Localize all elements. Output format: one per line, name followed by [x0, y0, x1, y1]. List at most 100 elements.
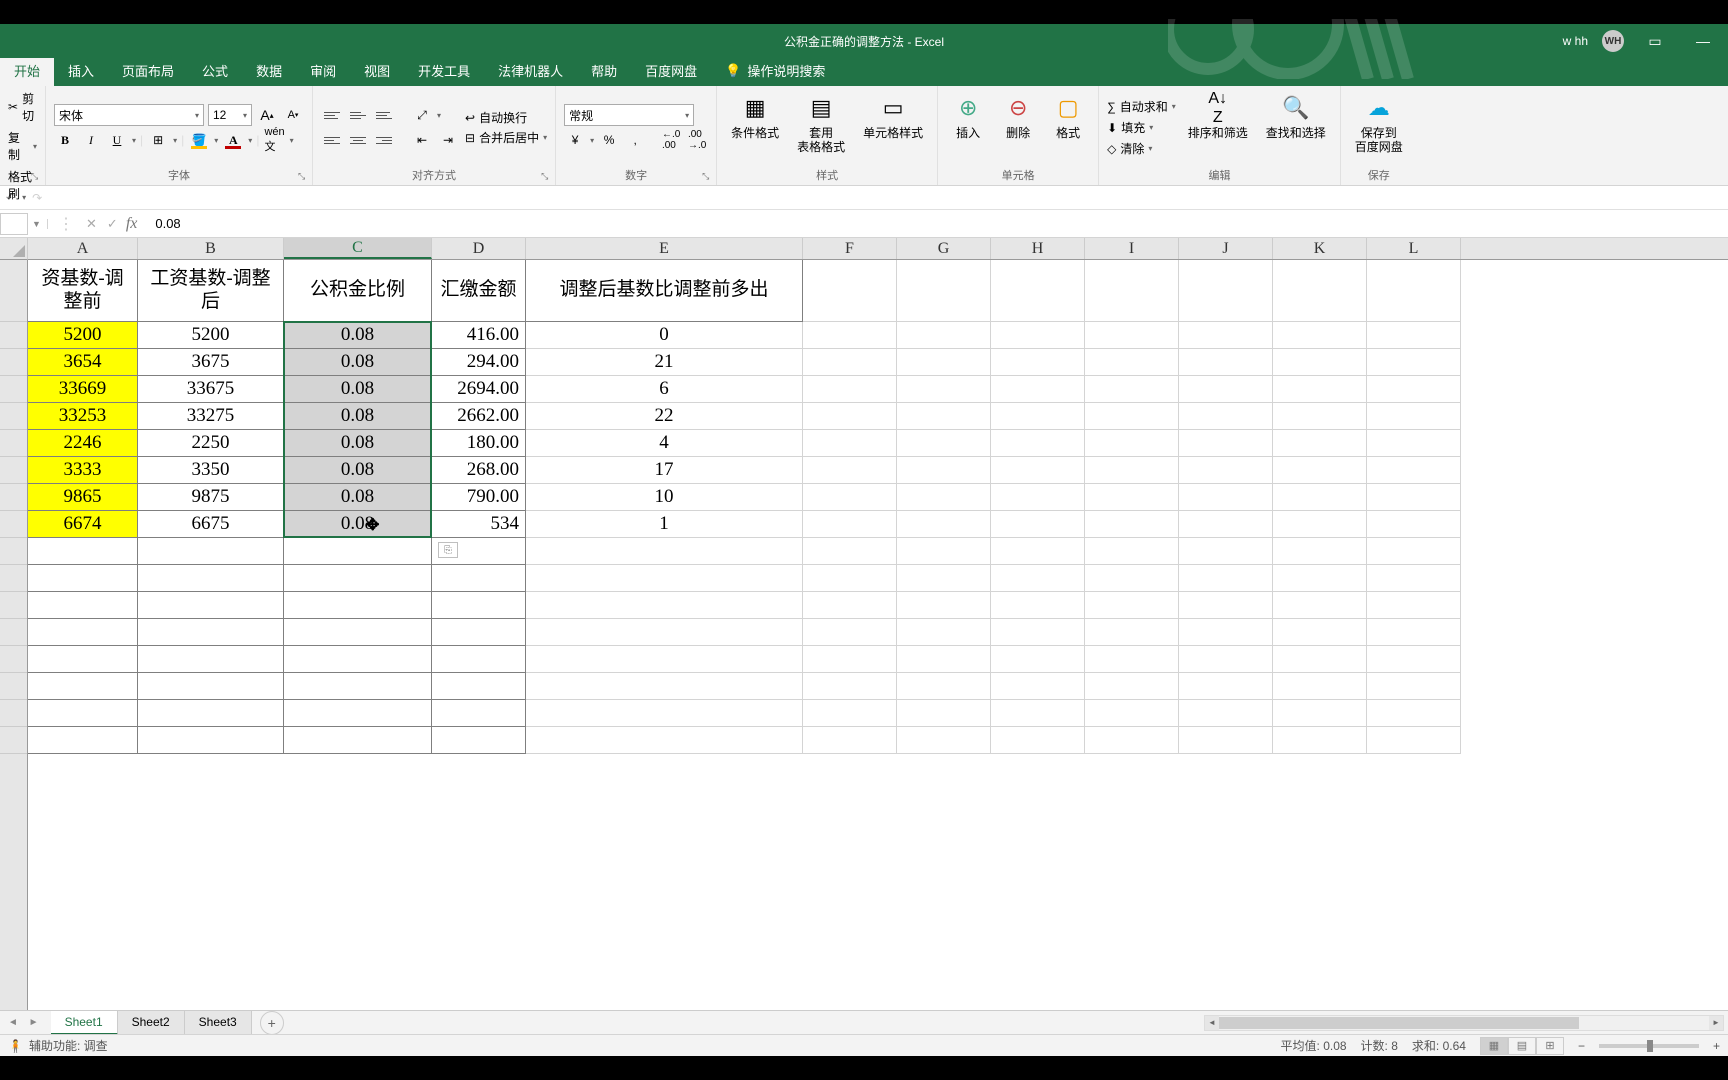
- tell-me-search[interactable]: 💡 操作说明搜索: [711, 55, 839, 86]
- find-select-button[interactable]: 🔍查找和选择: [1260, 90, 1332, 165]
- row-header[interactable]: [0, 646, 27, 673]
- conditional-format-button[interactable]: ▦条件格式: [725, 90, 785, 165]
- data-cell[interactable]: [1179, 646, 1273, 673]
- data-cell[interactable]: [991, 619, 1085, 646]
- data-cell[interactable]: [1085, 349, 1179, 376]
- data-cell[interactable]: 9865: [28, 484, 138, 511]
- redo-icon[interactable]: ↷: [32, 191, 42, 205]
- data-cell[interactable]: [138, 538, 284, 565]
- data-cell[interactable]: [1085, 430, 1179, 457]
- data-cell[interactable]: [28, 565, 138, 592]
- select-all-button[interactable]: [0, 238, 28, 260]
- normal-view-icon[interactable]: ▦: [1480, 1037, 1508, 1055]
- data-cell[interactable]: [432, 727, 526, 754]
- align-middle-icon[interactable]: [347, 104, 369, 126]
- tab-帮助[interactable]: 帮助: [577, 55, 631, 86]
- horizontal-scrollbar[interactable]: ◄ ►: [1204, 1015, 1724, 1031]
- data-cell[interactable]: [1273, 430, 1367, 457]
- data-cell[interactable]: [1085, 619, 1179, 646]
- data-cell[interactable]: [1273, 673, 1367, 700]
- sheet-tab[interactable]: Sheet1: [51, 1011, 118, 1035]
- data-cell[interactable]: 416.00: [432, 322, 526, 349]
- data-cell[interactable]: 0.08: [284, 457, 432, 484]
- decrease-decimal-icon[interactable]: .00→.0: [686, 129, 708, 151]
- data-cell[interactable]: [284, 565, 432, 592]
- orientation-icon[interactable]: ⤢: [411, 104, 433, 126]
- decrease-font-icon[interactable]: A▾: [282, 104, 304, 126]
- data-cell[interactable]: 0: [526, 322, 803, 349]
- data-cell[interactable]: [803, 673, 897, 700]
- data-cell[interactable]: [1085, 403, 1179, 430]
- dialog-launcher-icon[interactable]: ⤡: [702, 171, 714, 183]
- column-header[interactable]: F: [803, 238, 897, 259]
- data-cell[interactable]: [1085, 538, 1179, 565]
- data-cell[interactable]: 3675: [138, 349, 284, 376]
- decrease-indent-icon[interactable]: ⇤: [411, 129, 433, 151]
- cut-button[interactable]: ✂剪切: [8, 90, 37, 124]
- data-cell[interactable]: 0.08: [284, 511, 432, 538]
- data-cell[interactable]: [803, 538, 897, 565]
- tab-数据[interactable]: 数据: [242, 55, 296, 86]
- data-cell[interactable]: [1273, 592, 1367, 619]
- data-cell[interactable]: [138, 592, 284, 619]
- scroll-left-icon[interactable]: ◄: [1205, 1016, 1219, 1030]
- data-cell[interactable]: [28, 538, 138, 565]
- copy-button[interactable]: 复制▾: [8, 129, 37, 163]
- avatar[interactable]: WH: [1602, 30, 1624, 52]
- row-header[interactable]: [0, 565, 27, 592]
- data-cell[interactable]: [138, 619, 284, 646]
- data-cell[interactable]: [1273, 646, 1367, 673]
- data-cell[interactable]: 33253: [28, 403, 138, 430]
- data-cell[interactable]: [1273, 484, 1367, 511]
- data-cell[interactable]: 0.08: [284, 322, 432, 349]
- row-header[interactable]: [0, 538, 27, 565]
- align-left-icon[interactable]: [321, 129, 343, 151]
- data-cell[interactable]: [897, 727, 991, 754]
- data-cell[interactable]: [526, 565, 803, 592]
- data-cell[interactable]: [1273, 538, 1367, 565]
- underline-button[interactable]: U: [106, 129, 128, 151]
- column-title[interactable]: 调整后基数比调整前多出: [526, 260, 803, 322]
- data-cell[interactable]: [803, 727, 897, 754]
- data-cell[interactable]: [1367, 430, 1461, 457]
- data-cell[interactable]: [432, 592, 526, 619]
- column-header[interactable]: H: [991, 238, 1085, 259]
- sheet-tab[interactable]: Sheet2: [118, 1011, 185, 1035]
- data-cell[interactable]: [991, 322, 1085, 349]
- data-cell[interactable]: [803, 457, 897, 484]
- merge-center-button[interactable]: ⊟合并后居中▾: [465, 129, 547, 146]
- data-cell[interactable]: [897, 619, 991, 646]
- data-cell[interactable]: 9875: [138, 484, 284, 511]
- data-cell[interactable]: [284, 646, 432, 673]
- clear-button[interactable]: ◇清除▾: [1107, 140, 1176, 157]
- column-header[interactable]: A: [28, 238, 138, 259]
- data-cell[interactable]: [284, 673, 432, 700]
- data-cell[interactable]: [897, 376, 991, 403]
- data-cell[interactable]: [284, 538, 432, 565]
- data-cell[interactable]: [1367, 592, 1461, 619]
- data-cell[interactable]: [897, 430, 991, 457]
- data-cell[interactable]: [28, 592, 138, 619]
- add-sheet-button[interactable]: +: [260, 1011, 284, 1035]
- column-header[interactable]: J: [1179, 238, 1273, 259]
- data-cell[interactable]: [1085, 565, 1179, 592]
- column-title[interactable]: 公积金比例: [284, 260, 432, 322]
- dialog-launcher-icon[interactable]: ⤡: [31, 171, 43, 183]
- align-bottom-icon[interactable]: [373, 104, 395, 126]
- ribbon-display-icon[interactable]: ▭: [1638, 33, 1672, 50]
- sheet-nav-arrows[interactable]: ◄ ►: [0, 1017, 51, 1028]
- comma-format-icon[interactable]: ,: [624, 129, 646, 151]
- data-cell[interactable]: 2662.00: [432, 403, 526, 430]
- tab-法律机器人[interactable]: 法律机器人: [484, 55, 577, 86]
- row-header[interactable]: [0, 700, 27, 727]
- data-cell[interactable]: [138, 673, 284, 700]
- data-cell[interactable]: 3350: [138, 457, 284, 484]
- data-cell[interactable]: [897, 673, 991, 700]
- column-header[interactable]: C: [284, 238, 432, 259]
- sort-filter-button[interactable]: A↓Z排序和筛选: [1182, 90, 1254, 165]
- column-title[interactable]: [897, 260, 991, 322]
- data-cell[interactable]: [1367, 349, 1461, 376]
- row-header[interactable]: [0, 619, 27, 646]
- increase-indent-icon[interactable]: ⇥: [437, 129, 459, 151]
- row-header[interactable]: [0, 260, 27, 322]
